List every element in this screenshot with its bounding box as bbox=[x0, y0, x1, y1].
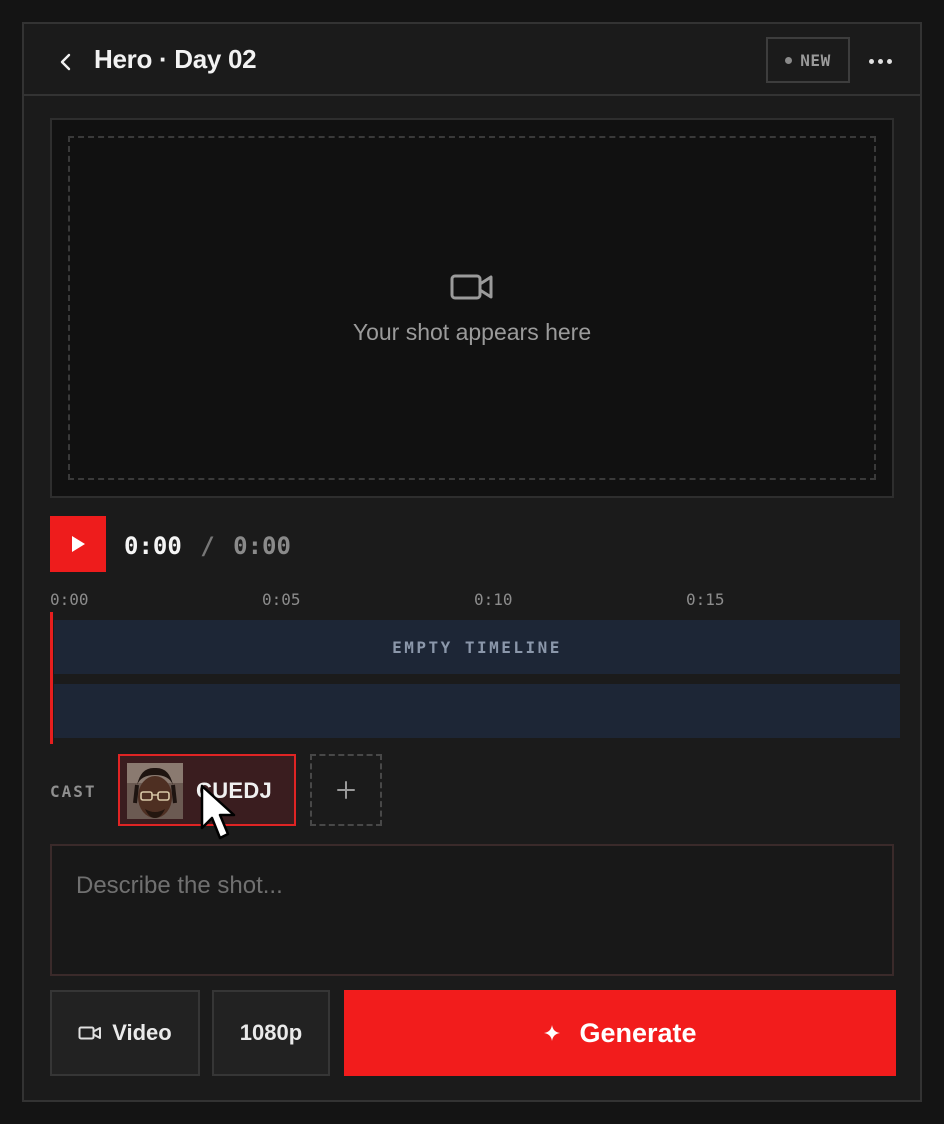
cast-member-chip[interactable]: CUEDJ bbox=[118, 754, 296, 826]
play-icon bbox=[72, 536, 85, 552]
avatar-portrait-icon bbox=[127, 763, 183, 819]
generate-button[interactable]: Generate bbox=[344, 990, 896, 1076]
duration-time: 0:00 bbox=[233, 532, 291, 560]
plus-icon bbox=[337, 781, 355, 799]
preview-placeholder-text: Your shot appears here bbox=[352, 318, 592, 345]
video-camera-icon bbox=[450, 274, 493, 299]
video-mode-button[interactable]: Video bbox=[50, 990, 200, 1076]
editor-panel: Hero · Day 02 NEW Your shot appears here… bbox=[22, 22, 922, 1102]
timeline[interactable]: EMPTY TIMELINE bbox=[50, 612, 900, 744]
chevron-left-icon bbox=[60, 53, 71, 71]
shot-preview: Your shot appears here bbox=[50, 118, 894, 498]
add-cast-button[interactable] bbox=[310, 754, 382, 826]
shot-description-input[interactable] bbox=[52, 846, 892, 974]
preview-placeholder-area: Your shot appears here bbox=[68, 136, 876, 480]
resolution-label: 1080p bbox=[239, 1020, 303, 1045]
sparkle-icon bbox=[544, 1025, 561, 1041]
time-separator: / bbox=[200, 532, 215, 560]
video-camera-icon bbox=[78, 1026, 102, 1040]
time-display: 0:00 / 0:00 bbox=[124, 532, 291, 560]
timeline-track[interactable] bbox=[54, 684, 900, 738]
dot-icon bbox=[785, 56, 793, 64]
back-button[interactable] bbox=[50, 46, 82, 78]
page-title: Hero · Day 02 bbox=[94, 44, 257, 74]
video-mode-label: Video bbox=[112, 1020, 172, 1045]
prompt-box bbox=[50, 844, 894, 976]
current-time: 0:00 bbox=[124, 532, 182, 560]
more-dot-icon bbox=[877, 58, 883, 64]
status-badge-label: NEW bbox=[800, 50, 831, 70]
status-badge: NEW bbox=[766, 37, 850, 83]
cast-member-name: CUEDJ bbox=[196, 778, 273, 803]
resolution-button[interactable]: 1080p bbox=[212, 990, 330, 1076]
more-dot-icon bbox=[868, 58, 874, 64]
ruler-tick: 0:05 bbox=[262, 590, 301, 609]
ruler-tick: 0:10 bbox=[474, 590, 513, 609]
timeline-ruler: 0:00 0:05 0:10 0:15 bbox=[50, 590, 900, 610]
ruler-tick: 0:00 bbox=[50, 590, 89, 609]
timeline-track[interactable]: EMPTY TIMELINE bbox=[54, 620, 900, 674]
more-dot-icon bbox=[886, 58, 892, 64]
cast-label: CAST bbox=[50, 782, 97, 801]
more-options-button[interactable] bbox=[860, 46, 900, 76]
play-button[interactable] bbox=[50, 516, 106, 572]
playhead[interactable] bbox=[50, 612, 53, 744]
header-bar: Hero · Day 02 NEW bbox=[24, 24, 920, 96]
generate-label: Generate bbox=[579, 1017, 697, 1048]
empty-timeline-label: EMPTY TIMELINE bbox=[392, 637, 562, 657]
ruler-tick: 0:15 bbox=[686, 590, 725, 609]
avatar bbox=[127, 763, 183, 819]
